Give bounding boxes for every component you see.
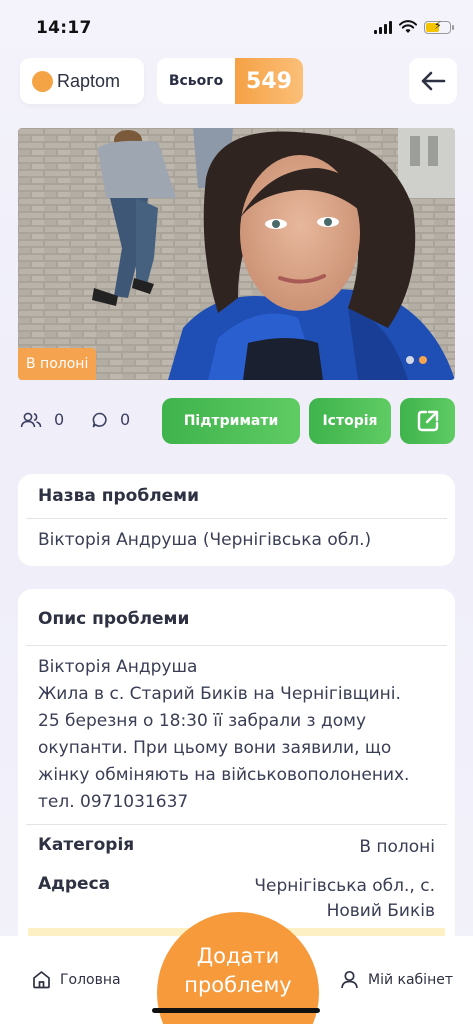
- pagination-dot[interactable]: [406, 356, 414, 364]
- address-line: Новий Биків: [326, 901, 435, 921]
- status-time: 14:17: [36, 18, 92, 38]
- home-indicator: [152, 1008, 320, 1013]
- category-row: Категорія В полоні: [18, 825, 455, 868]
- category-value: В полоні: [359, 837, 435, 857]
- actions-row: 0 0 Підтримати Історія: [20, 398, 455, 444]
- logo-dot-icon: [32, 70, 53, 92]
- description-line: тел. 0971031637: [38, 792, 189, 812]
- back-button[interactable]: [409, 58, 457, 104]
- add-problem-label-line2: проблему: [184, 973, 292, 997]
- external-link-icon: [417, 410, 438, 432]
- problem-description-title: Опис проблеми: [38, 609, 190, 629]
- comments-count: 0: [120, 410, 131, 429]
- supporters-count: 0: [54, 410, 65, 429]
- description-line: жінку обміняють на військовополонених.: [38, 765, 410, 785]
- comment-icon: [92, 412, 107, 427]
- description-line: Жила в с. Старий Биків на Чернігівщині.: [38, 684, 401, 704]
- users-icon: [20, 412, 42, 427]
- status-bar: 14:17 ⚡: [0, 0, 473, 52]
- total-label: Всього: [168, 73, 224, 89]
- support-button[interactable]: Підтримати: [162, 398, 300, 444]
- top-bar: Raptom Всього 549: [20, 58, 457, 106]
- problem-description-card: Опис проблеми Вікторія Андруша Жила в с.…: [18, 589, 455, 949]
- supporters-stat: 0: [20, 410, 64, 429]
- nav-home-label: Головна: [60, 971, 121, 988]
- description-line: Вікторія Андруша: [38, 657, 198, 677]
- category-label: Категорія: [38, 835, 135, 855]
- wifi-icon: [399, 20, 417, 33]
- cellular-signal-icon: [374, 20, 392, 34]
- total-count: 549: [235, 58, 303, 104]
- problem-description-text: Вікторія Андруша Жила в с. Старий Биків …: [18, 646, 455, 824]
- photo-image: [18, 128, 455, 380]
- home-icon: [33, 971, 50, 989]
- problem-name-value: Вікторія Андруша (Чернігівська обл.): [38, 530, 372, 550]
- battery-icon: ⚡: [424, 19, 454, 34]
- address-value: Чернігівська обл., с. Новий Биків: [254, 874, 435, 924]
- nav-cabinet[interactable]: Мій кабінет: [340, 970, 453, 989]
- nav-home[interactable]: Головна: [32, 970, 121, 989]
- user-icon: [341, 970, 358, 989]
- status-badge: В полоні: [18, 348, 97, 380]
- comments-stat: 0: [92, 410, 130, 429]
- arrow-left-icon: [421, 71, 446, 91]
- problem-photo[interactable]: В полоні: [18, 128, 455, 380]
- nav-cabinet-label: Мій кабінет: [368, 971, 453, 988]
- history-button[interactable]: Історія: [309, 398, 391, 444]
- logo-text: Raptom: [57, 70, 121, 91]
- add-problem-label-line1: Додати: [196, 944, 280, 968]
- share-button[interactable]: [400, 398, 455, 444]
- pagination-dot-active[interactable]: [419, 356, 427, 364]
- logo-button[interactable]: Raptom: [20, 58, 144, 104]
- total-counter: Всього 549: [157, 58, 303, 104]
- problem-name-card: Назва проблеми Вікторія Андруша (Чернігі…: [18, 474, 455, 566]
- description-line: 25 березня о 18:30 її забрали з дому: [38, 711, 367, 731]
- problem-name-title: Назва проблеми: [38, 486, 199, 506]
- address-line: Чернігівська обл., с.: [254, 876, 435, 896]
- photo-pagination[interactable]: [406, 356, 427, 364]
- description-line: окупанти. При цьому вони заявили, що: [38, 738, 392, 758]
- address-label: Адреса: [38, 874, 111, 894]
